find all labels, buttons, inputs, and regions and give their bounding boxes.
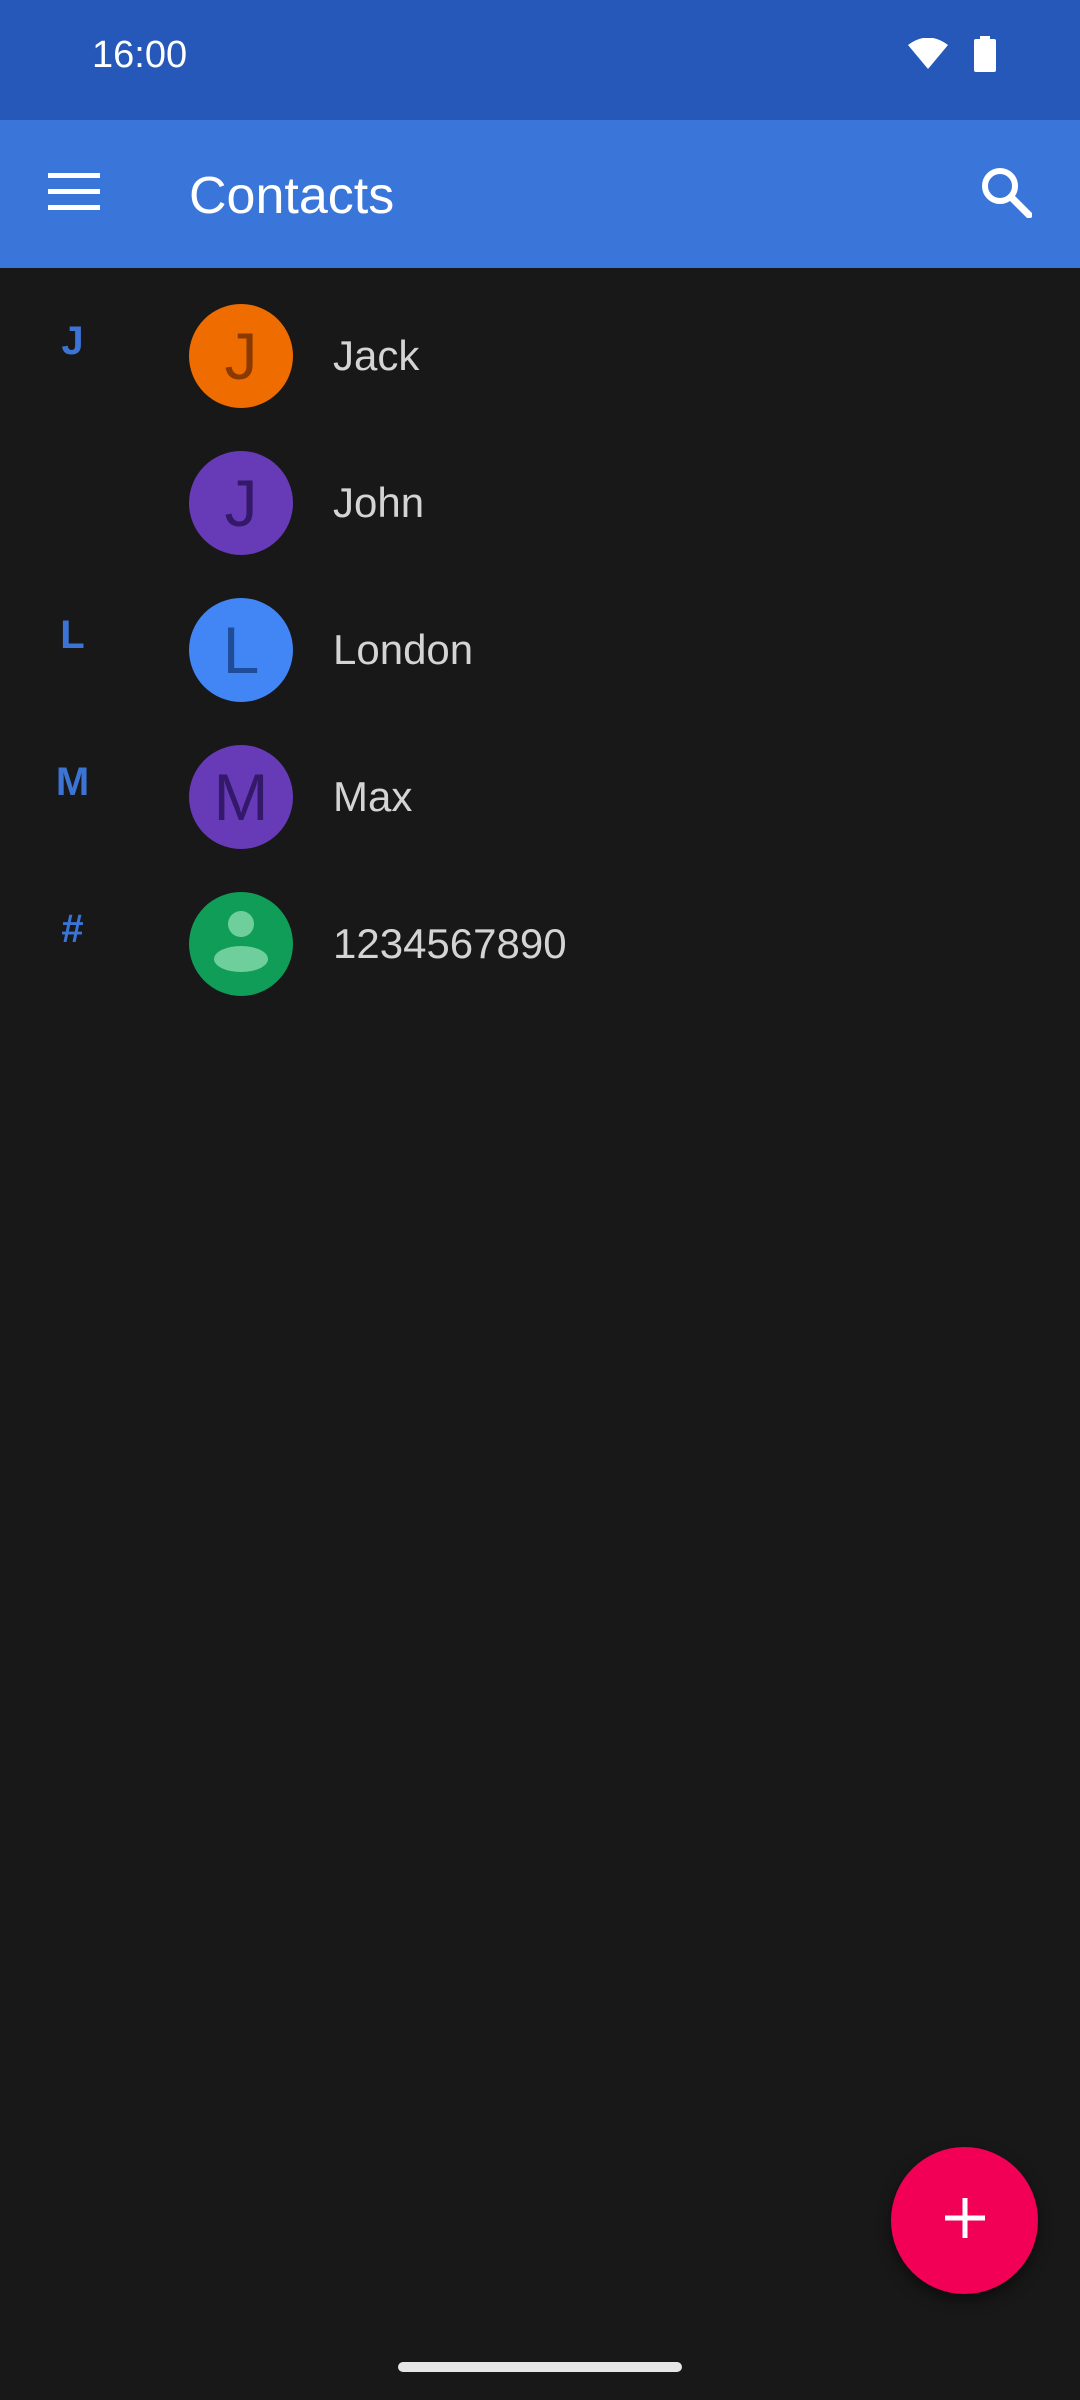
list-item[interactable]: # 1234567890 [0, 856, 1080, 1003]
list-item[interactable]: M M Max [0, 709, 1080, 856]
avatar-letter: J [224, 466, 258, 540]
avatar-letter: M [213, 760, 269, 834]
list-item[interactable]: L L London [0, 562, 1080, 709]
avatar: M [189, 745, 293, 849]
menu-button[interactable] [24, 144, 124, 244]
avatar-letter: J [224, 319, 258, 393]
wifi-icon [908, 37, 948, 75]
search-icon [980, 166, 1033, 223]
avatar [189, 892, 293, 996]
avatar-letter: L [222, 613, 260, 687]
person-icon [189, 892, 293, 996]
add-contact-button[interactable] [891, 2147, 1038, 2294]
list-item[interactable]: J J Jack [0, 268, 1080, 415]
section-letter: L [60, 613, 85, 657]
section-letter [0, 415, 145, 562]
page-title: Contacts [189, 167, 395, 225]
menu-icon [48, 172, 100, 217]
status-time: 16:00 [92, 34, 188, 76]
battery-icon [974, 36, 996, 77]
list-item[interactable]: J John [0, 415, 1080, 562]
avatar: J [189, 304, 293, 408]
app-bar: Contacts [0, 120, 1080, 268]
contacts-screen: 16:00 Contacts J J Jack J John L L Londo… [0, 0, 1080, 2400]
gesture-bar[interactable] [398, 2362, 682, 2372]
section-letter: M [55, 760, 90, 804]
section-letter: # [61, 907, 84, 951]
contact-list: J J Jack J John L L London M M Max # 123… [0, 268, 1080, 1003]
avatar: J [189, 451, 293, 555]
avatar: L [189, 598, 293, 702]
status-icons [908, 36, 996, 77]
section-letter: J [61, 319, 84, 363]
plus-icon [944, 2198, 985, 2243]
status-bar: 16:00 [0, 0, 1080, 120]
search-button[interactable] [956, 144, 1056, 244]
contact-name: 1234567890 [333, 920, 567, 967]
